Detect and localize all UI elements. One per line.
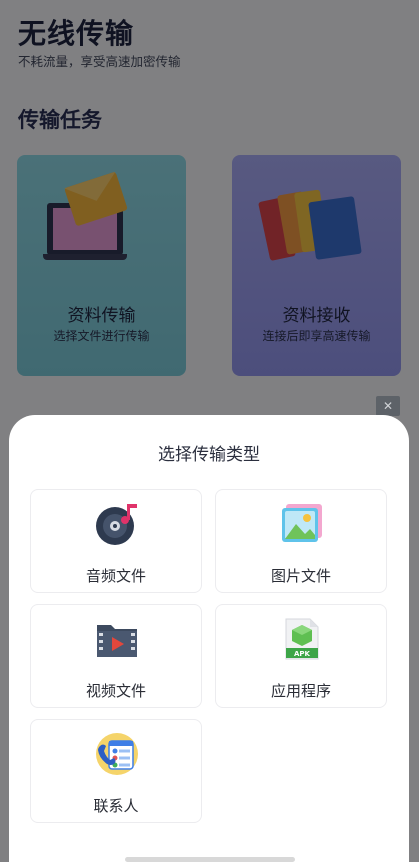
option-applications[interactable]: APK 应用程序 xyxy=(215,604,387,708)
option-contacts[interactable]: 联系人 xyxy=(30,719,202,823)
option-picture-label: 图片文件 xyxy=(270,567,331,585)
transfer-type-sheet: 选择传输类型 音频文件 图片文件 视频文件 APK 应用程序 联系人 xyxy=(9,415,409,862)
option-contacts-label: 联系人 xyxy=(93,797,139,815)
option-audio-files[interactable]: 音频文件 xyxy=(30,489,202,593)
sheet-title: 选择传输类型 xyxy=(158,445,260,465)
contacts-icon xyxy=(96,733,138,775)
option-video-label: 视频文件 xyxy=(85,682,146,700)
option-picture-files[interactable]: 图片文件 xyxy=(215,489,387,593)
apk-icon: APK xyxy=(285,618,319,660)
picture-icon xyxy=(282,504,322,542)
video-folder-icon xyxy=(97,625,137,657)
option-audio-label: 音频文件 xyxy=(85,567,146,585)
option-video-files[interactable]: 视频文件 xyxy=(30,604,202,708)
option-apps-label: 应用程序 xyxy=(270,682,331,700)
close-icon[interactable]: ✕ xyxy=(376,396,400,416)
home-indicator xyxy=(125,857,295,862)
audio-disc-icon xyxy=(96,504,137,545)
apk-badge-text: APK xyxy=(294,650,311,658)
